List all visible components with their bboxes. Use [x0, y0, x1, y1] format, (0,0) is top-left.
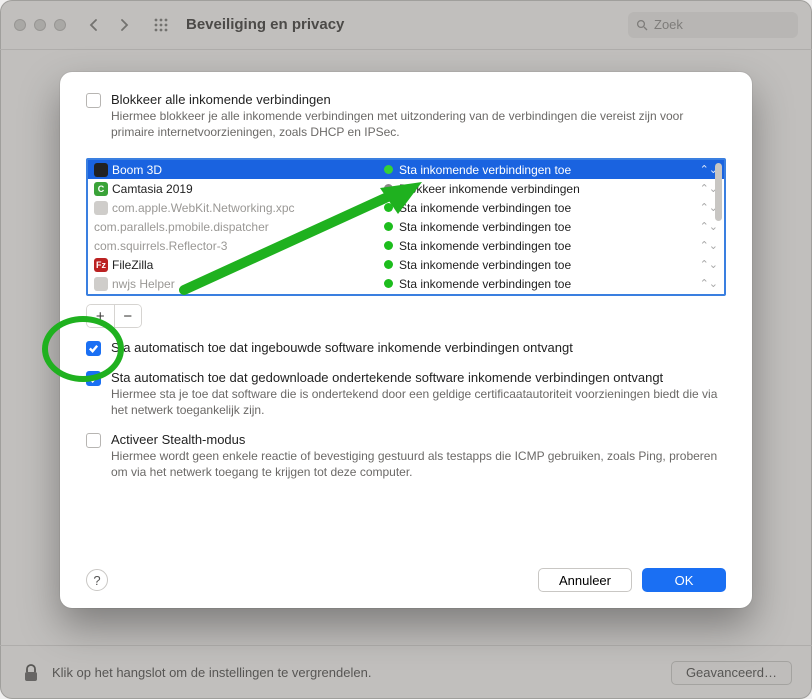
bottom-bar: Klik op het hangslot om de instellingen …: [0, 645, 812, 699]
allow-icon: [384, 279, 393, 288]
app-icon: [94, 163, 108, 177]
list-item[interactable]: C Camtasia 2019 Blokkeer inkomende verbind…: [88, 179, 724, 198]
chevron-left-icon: [89, 19, 99, 31]
traffic-lights: [14, 19, 66, 31]
close-window-button[interactable]: [14, 19, 26, 31]
app-name: Boom 3D: [112, 163, 162, 177]
lock-icon: [20, 662, 42, 684]
app-name: nwjs Helper: [112, 277, 175, 291]
lock-button[interactable]: [20, 662, 42, 684]
search-icon: [636, 19, 648, 31]
status-stepper-icon[interactable]: ⌃⌄: [700, 277, 718, 290]
auto-signed-subtext: Hiermee sta je toe dat software die is o…: [111, 387, 726, 418]
app-icon: C: [94, 182, 108, 196]
status-label: Sta inkomende verbindingen toe: [399, 258, 571, 272]
status-label: Sta inkomende verbindingen toe: [399, 239, 571, 253]
nav-buttons: [80, 14, 138, 36]
list-item[interactable]: Boom 3DSta inkomende verbindingen toe⌃⌄: [88, 160, 724, 179]
app-name: com.apple.WebKit.Networking.xpc: [112, 201, 295, 215]
scrollbar[interactable]: [715, 163, 722, 221]
status-label: Sta inkomende verbindingen toe: [399, 163, 571, 177]
app-icon: [94, 277, 108, 291]
search-placeholder: Zoek: [654, 17, 683, 32]
stealth-subtext: Hiermee wordt geen enkele reactie of bev…: [111, 449, 726, 480]
status-stepper-icon[interactable]: ⌃⌄: [700, 239, 718, 252]
auto-signed-checkbox[interactable]: [86, 371, 101, 386]
search-input[interactable]: Zoek: [628, 12, 798, 38]
allow-icon: [384, 165, 393, 174]
help-button[interactable]: ?: [86, 569, 108, 591]
window-title: Beveiliging en privacy: [186, 16, 344, 33]
lock-text: Klik op het hangslot om de instellingen …: [52, 665, 371, 680]
app-name: Camtasia 2019: [112, 182, 193, 196]
list-item[interactable]: Fz FileZilla Sta inkomende verbindingen to…: [88, 255, 724, 274]
app-name: com.squirrels.Reflector-3: [94, 239, 227, 253]
remove-button[interactable]: −: [114, 305, 142, 327]
app-name: com.parallels.pmobile.dispatcher: [94, 220, 269, 234]
back-button[interactable]: [80, 14, 108, 36]
block-icon: [384, 184, 393, 193]
cancel-button[interactable]: Annuleer: [538, 568, 632, 592]
allow-icon: [384, 260, 393, 269]
status-label: Blokkeer inkomende verbindingen: [399, 182, 580, 196]
titlebar: Beveiliging en privacy Zoek: [0, 0, 812, 50]
status-stepper-icon[interactable]: ⌃⌄: [700, 258, 718, 271]
app-icon: [94, 201, 108, 215]
status-label: Sta inkomende verbindingen toe: [399, 277, 571, 291]
list-item[interactable]: com.apple.WebKit.Networking.xpc Sta inkom…: [88, 198, 724, 217]
list-item[interactable]: com.squirrels.Reflector-3 Sta inkomende v…: [88, 236, 724, 255]
app-name: FileZilla: [112, 258, 153, 272]
auto-signed-label: Sta automatisch toe dat gedownloade onde…: [111, 370, 726, 385]
status-label: Sta inkomende verbindingen toe: [399, 220, 571, 234]
add-remove-group: + −: [86, 304, 142, 328]
stealth-label: Activeer Stealth-modus: [111, 432, 726, 447]
block-all-subtext: Hiermee blokkeer je alle inkomende verbi…: [111, 109, 726, 140]
advanced-button[interactable]: Geavanceerd…: [671, 661, 792, 685]
apps-list[interactable]: Boom 3D Sta inkomende verbindingen toe ⌃⌄ C…: [86, 158, 726, 296]
show-all-button[interactable]: [148, 14, 174, 36]
forward-button[interactable]: [110, 14, 138, 36]
block-all-checkbox[interactable]: [86, 93, 101, 108]
zoom-window-button[interactable]: [54, 19, 66, 31]
grid-icon: [153, 17, 169, 33]
app-icon: Fz: [94, 258, 108, 272]
allow-icon: [384, 222, 393, 231]
minimize-window-button[interactable]: [34, 19, 46, 31]
firewall-options-sheet: Blokkeer alle inkomende verbindingen Hie…: [60, 72, 752, 608]
chevron-right-icon: [119, 19, 129, 31]
status-label: Sta inkomende verbindingen toe: [399, 201, 571, 215]
auto-builtin-label: Sta automatisch toe dat ingebouwde softw…: [111, 340, 573, 355]
auto-builtin-checkbox[interactable]: [86, 341, 101, 356]
block-all-label: Blokkeer alle inkomende verbindingen: [111, 92, 726, 107]
allow-icon: [384, 203, 393, 212]
ok-button[interactable]: OK: [642, 568, 726, 592]
list-item[interactable]: nwjs Helper Sta inkomende verbindingen to…: [88, 274, 724, 293]
status-stepper-icon[interactable]: ⌃⌄: [700, 220, 718, 233]
stealth-checkbox[interactable]: [86, 433, 101, 448]
allow-icon: [384, 241, 393, 250]
list-item[interactable]: com.parallels.pmobile.dispatcher Sta inko…: [88, 217, 724, 236]
add-button[interactable]: +: [87, 305, 114, 327]
